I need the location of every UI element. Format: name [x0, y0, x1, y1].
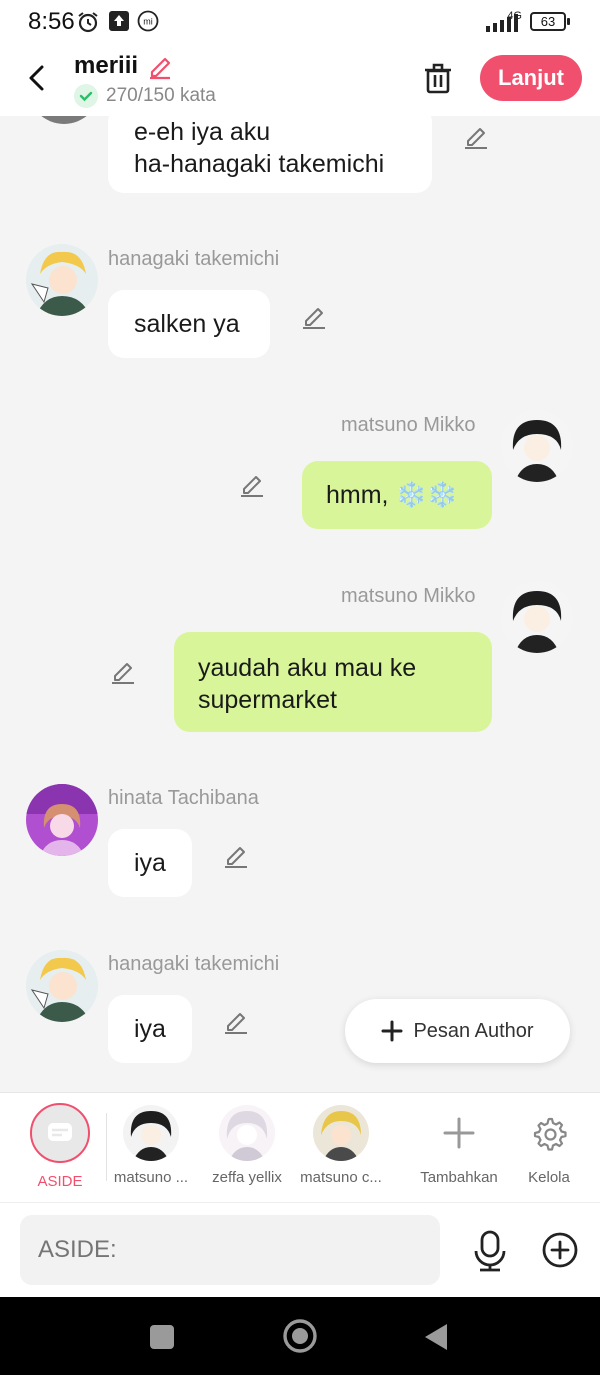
trash-icon[interactable]	[420, 60, 456, 96]
message-bubble[interactable]: salken ya	[108, 290, 270, 358]
pencil-icon[interactable]	[222, 1007, 250, 1035]
back-nav-icon[interactable]	[422, 1321, 450, 1353]
avatar[interactable]	[26, 784, 98, 856]
pencil-icon[interactable]	[222, 841, 250, 869]
avatar[interactable]	[28, 116, 100, 124]
sender-name: hanagaki takemichi	[108, 953, 280, 975]
add-label: Tambahkan	[420, 1169, 498, 1186]
character-item[interactable]: zeffa yellix	[207, 1105, 287, 1186]
plus-icon	[431, 1105, 487, 1161]
message-input[interactable]	[20, 1215, 440, 1285]
message-bubble[interactable]: iya	[108, 829, 192, 897]
aside-label[interactable]: ASIDE	[20, 1173, 100, 1190]
word-counter: 270/150 kata	[74, 84, 216, 108]
chat-icon	[48, 1123, 72, 1141]
divider	[106, 1113, 107, 1181]
status-bar: 8:56 mi 4G 63	[0, 0, 600, 44]
pencil-icon[interactable]	[238, 470, 266, 498]
lanjut-button[interactable]: Lanjut	[480, 55, 582, 101]
sender-name: hanagaki takemichi	[108, 248, 280, 270]
manage-label: Kelola	[528, 1169, 570, 1186]
character-item[interactable]: matsuno c...	[298, 1105, 384, 1186]
message-bubble[interactable]: iya	[108, 995, 192, 1063]
back-icon[interactable]	[22, 62, 54, 94]
square-nav-icon[interactable]	[148, 1323, 176, 1351]
input-bar	[0, 1202, 600, 1297]
pencil-icon[interactable]	[462, 122, 490, 150]
sender-name: matsuno Mikko	[341, 414, 476, 436]
avatar[interactable]	[501, 581, 573, 653]
message-bubble[interactable]: e-eh iya aku ha-hanagaki takemichi	[108, 116, 432, 193]
aside-button[interactable]	[30, 1103, 90, 1163]
check-icon	[74, 84, 98, 108]
character-name: zeffa yellix	[212, 1169, 282, 1186]
alarm-icon	[78, 12, 98, 33]
status-time: 8:56	[28, 8, 75, 35]
avatar[interactable]	[26, 950, 98, 1022]
system-nav-bar	[0, 1297, 600, 1375]
signal-icon	[486, 14, 518, 32]
avatar[interactable]	[501, 410, 573, 482]
chat-area[interactable]: e-eh iya aku ha-hanagaki takemichi hanag…	[0, 116, 600, 1092]
sender-name: matsuno Mikko	[341, 585, 476, 607]
sender-name: hinata Tachibana	[108, 787, 259, 809]
battery-icon: 63	[530, 12, 570, 31]
avatar[interactable]	[26, 244, 98, 316]
mi-icon: mi	[137, 10, 159, 32]
avatar	[123, 1105, 179, 1161]
pencil-icon[interactable]	[109, 657, 137, 685]
chat-header: meriii 270/150 kata Lanjut	[0, 44, 600, 116]
mic-icon[interactable]	[470, 1229, 510, 1273]
word-count-text: 270/150 kata	[106, 85, 216, 106]
pesan-author-label: Pesan Author	[413, 1019, 534, 1042]
character-item[interactable]: matsuno ...	[112, 1105, 190, 1186]
gear-icon	[521, 1105, 577, 1161]
home-nav-icon[interactable]	[282, 1318, 318, 1354]
character-bar: ASIDE matsuno ... zeffa yellix matsuno c…	[0, 1092, 600, 1202]
upload-icon	[109, 11, 129, 31]
svg-text:mi: mi	[143, 17, 153, 27]
pencil-icon[interactable]	[300, 302, 328, 330]
add-circle-icon[interactable]	[540, 1230, 580, 1270]
pesan-author-button[interactable]: Pesan Author	[345, 999, 570, 1063]
message-bubble[interactable]: yaudah aku mau ke supermarket	[174, 632, 492, 732]
edit-icon[interactable]	[146, 52, 174, 80]
character-name: matsuno ...	[113, 1169, 189, 1186]
page-title[interactable]: meriii	[74, 52, 138, 80]
plus-icon	[381, 1020, 403, 1042]
avatar	[313, 1105, 369, 1161]
message-bubble[interactable]: hmm, ❄️❄️	[302, 461, 492, 529]
character-name: matsuno c...	[300, 1169, 382, 1186]
avatar	[219, 1105, 275, 1161]
add-character-button[interactable]: Tambahkan	[416, 1105, 502, 1186]
manage-button[interactable]: Kelola	[514, 1105, 584, 1186]
